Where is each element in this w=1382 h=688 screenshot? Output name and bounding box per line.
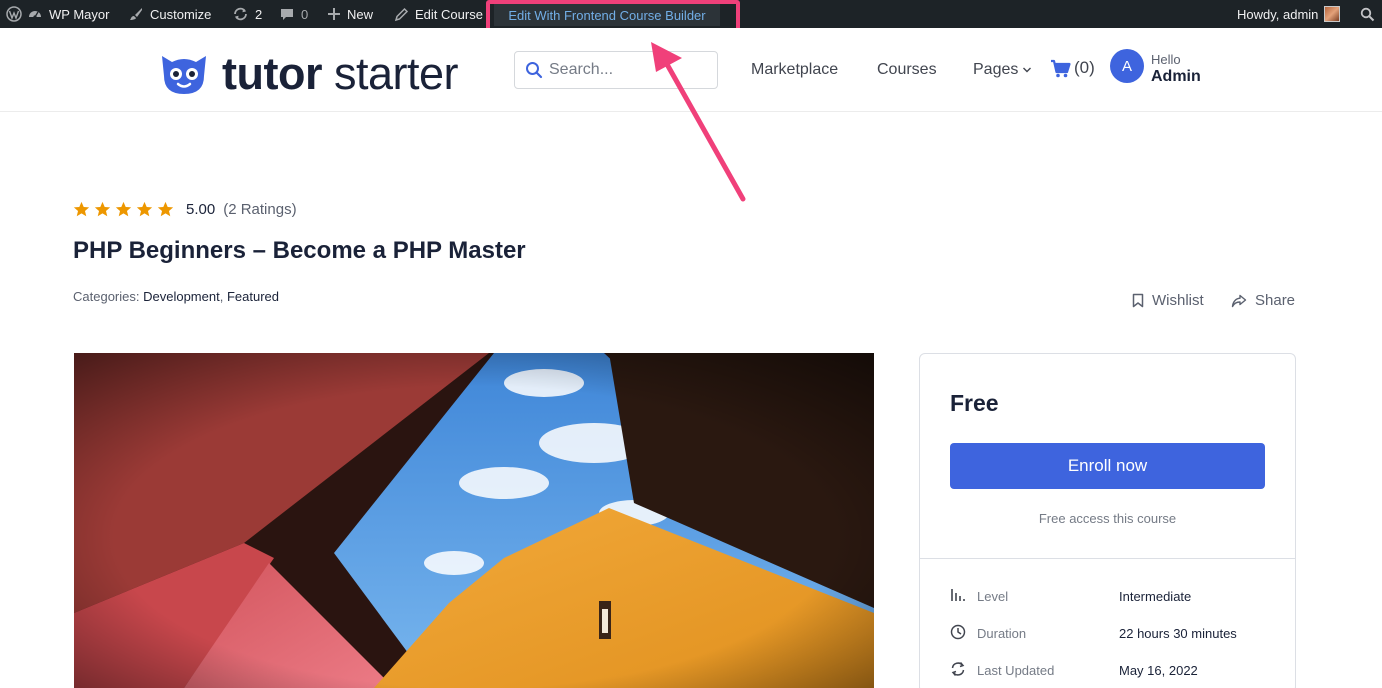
cart-icon	[1051, 59, 1071, 77]
user-name[interactable]: Admin	[1151, 68, 1201, 86]
course-meta-last-updated: Last Updated May 16, 2022	[950, 661, 1270, 681]
share-button[interactable]: Share	[1231, 292, 1295, 309]
course-categories: Categories: Development, Featured	[73, 289, 279, 304]
meta-label: Last Updated	[977, 663, 1055, 678]
course-price: Free	[950, 390, 999, 416]
cart-count: (0)	[1074, 58, 1095, 77]
meta-value: May 16, 2022	[1119, 663, 1198, 678]
user-initial: A	[1121, 57, 1132, 75]
search-icon	[1360, 7, 1375, 21]
howdy-label: Howdy, admin	[1237, 6, 1319, 22]
wishlist-label: Wishlist	[1152, 292, 1204, 309]
my-account-menu[interactable]: Howdy, admin	[1237, 0, 1341, 28]
hello-label: Hello	[1151, 52, 1181, 67]
rating-stars	[73, 201, 178, 218]
wishlist-button[interactable]: Wishlist	[1132, 292, 1204, 309]
site-name-menu[interactable]: WP Mayor	[27, 0, 109, 28]
meta-value: 22 hours 30 minutes	[1119, 626, 1237, 641]
course-image-graphic	[74, 353, 874, 688]
course-rating: 5.00 (2 Ratings)	[73, 201, 297, 218]
course-meta-level: Level Intermediate	[950, 587, 1270, 607]
course-featured-image	[74, 353, 874, 688]
level-bars-icon	[951, 589, 965, 601]
course-enrollment-box: Free Enroll now Free access this course …	[919, 353, 1296, 688]
share-icon	[1231, 294, 1247, 307]
site-header: tutor starter Marketplace Courses Pages …	[0, 28, 1382, 112]
search-icon	[526, 62, 543, 79]
comments-count: 0	[301, 6, 309, 22]
updates-count: 2	[255, 6, 263, 22]
nav-marketplace-label: Marketplace	[751, 61, 839, 78]
edit-course-link[interactable]: Edit Course	[394, 0, 483, 28]
share-label: Share	[1255, 292, 1296, 309]
new-label: New	[347, 6, 374, 22]
enroll-now-button[interactable]: Enroll now	[950, 443, 1265, 489]
wordpress-icon	[6, 6, 22, 22]
pencil-icon	[394, 7, 409, 21]
dashboard-icon	[29, 11, 41, 19]
star-icon	[136, 201, 153, 217]
admin-avatar	[1324, 6, 1341, 22]
rating-count: (2 Ratings)	[223, 201, 297, 218]
search-input[interactable]	[549, 61, 699, 79]
category-link[interactable]: Featured	[227, 289, 279, 304]
updates-link[interactable]: 2	[232, 0, 262, 28]
comment-icon	[281, 9, 293, 20]
comments-link[interactable]: 0	[279, 0, 308, 28]
course-title: PHP Beginners – Become a PHP Master	[73, 237, 526, 264]
star-icon	[157, 201, 174, 217]
site-search	[514, 51, 718, 89]
meta-value: Intermediate	[1119, 589, 1192, 604]
bookmark-icon	[1132, 293, 1144, 308]
nav-courses-label: Courses	[877, 61, 937, 78]
chevron-down-icon	[1023, 67, 1032, 73]
star-icon	[73, 201, 90, 217]
course-meta-duration: Duration 22 hours 30 minutes	[950, 624, 1270, 644]
customize-label: Customize	[150, 6, 212, 22]
rating-value: 5.00	[186, 201, 216, 218]
customize-link[interactable]: Customize	[128, 0, 211, 28]
nav-marketplace[interactable]: Marketplace	[751, 61, 838, 79]
logo-text-bold: tutor	[222, 48, 322, 99]
categories-label: Categories:	[73, 289, 140, 304]
meta-label: Level	[977, 589, 1009, 604]
nav-pages[interactable]: Pages	[973, 61, 1032, 79]
star-icon	[94, 201, 111, 217]
new-content-menu[interactable]: New	[327, 0, 373, 28]
nav-pages-label: Pages	[973, 61, 1019, 78]
wp-logo-menu[interactable]	[6, 0, 22, 28]
refresh-icon	[951, 662, 965, 676]
site-name: WP Mayor	[49, 6, 110, 22]
plus-icon	[328, 8, 340, 20]
user-avatar[interactable]: A	[1110, 49, 1144, 83]
updates-icon	[234, 7, 247, 21]
nav-courses[interactable]: Courses	[877, 61, 937, 79]
free-access-note: Free access this course	[1038, 511, 1177, 526]
star-icon	[115, 201, 132, 217]
site-logo[interactable]: tutor starter	[160, 48, 459, 100]
logo-text: tutor starter	[222, 48, 459, 100]
edit-course-label: Edit Course	[415, 6, 483, 22]
meta-label: Duration	[977, 626, 1027, 641]
clock-icon	[950, 624, 966, 640]
admin-bar-search[interactable]	[1360, 0, 1375, 28]
cart-link[interactable]: (0)	[1050, 58, 1095, 78]
logo-text-regular: starter	[333, 48, 459, 99]
category-link[interactable]: Development	[143, 289, 220, 304]
divider	[920, 558, 1295, 559]
brush-icon	[130, 8, 142, 20]
owl-logo-icon	[162, 56, 206, 94]
